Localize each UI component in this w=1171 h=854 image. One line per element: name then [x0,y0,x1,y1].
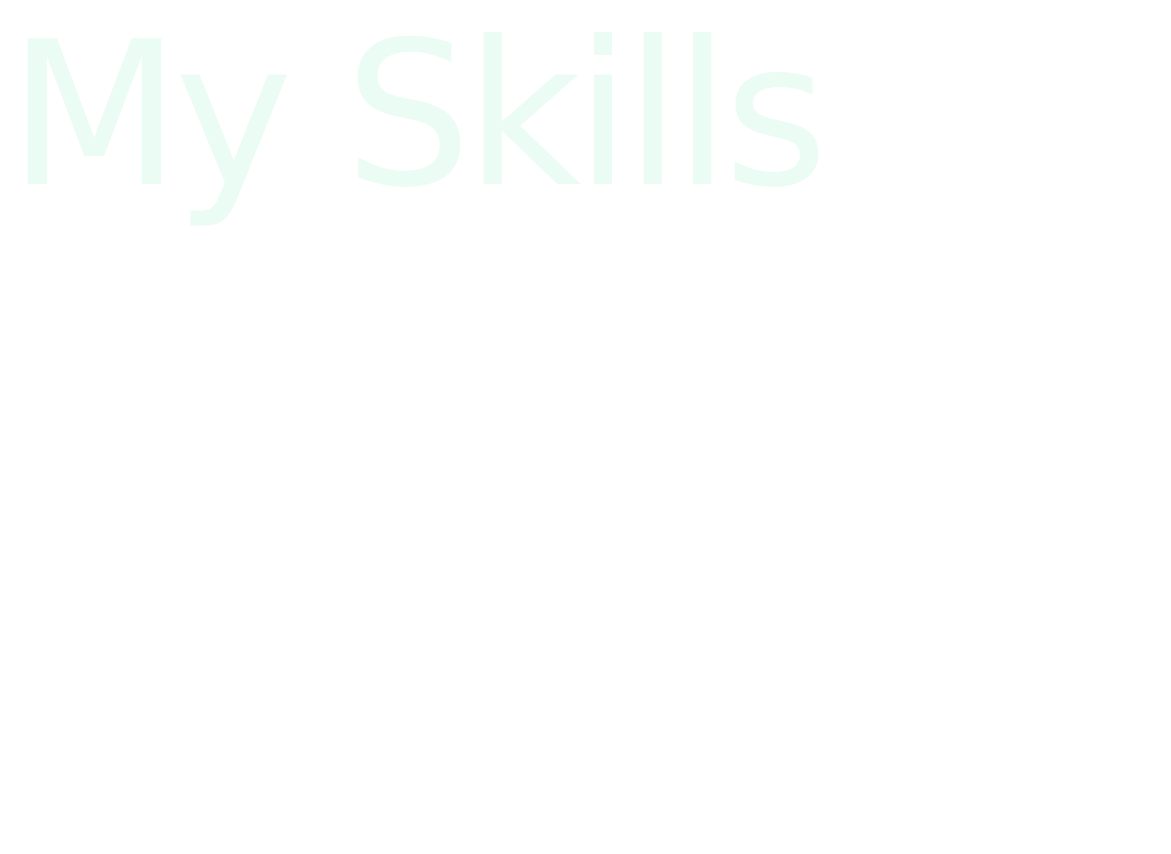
section-title: My Skills [8,0,828,232]
skills-section: My Skills [0,0,1171,854]
